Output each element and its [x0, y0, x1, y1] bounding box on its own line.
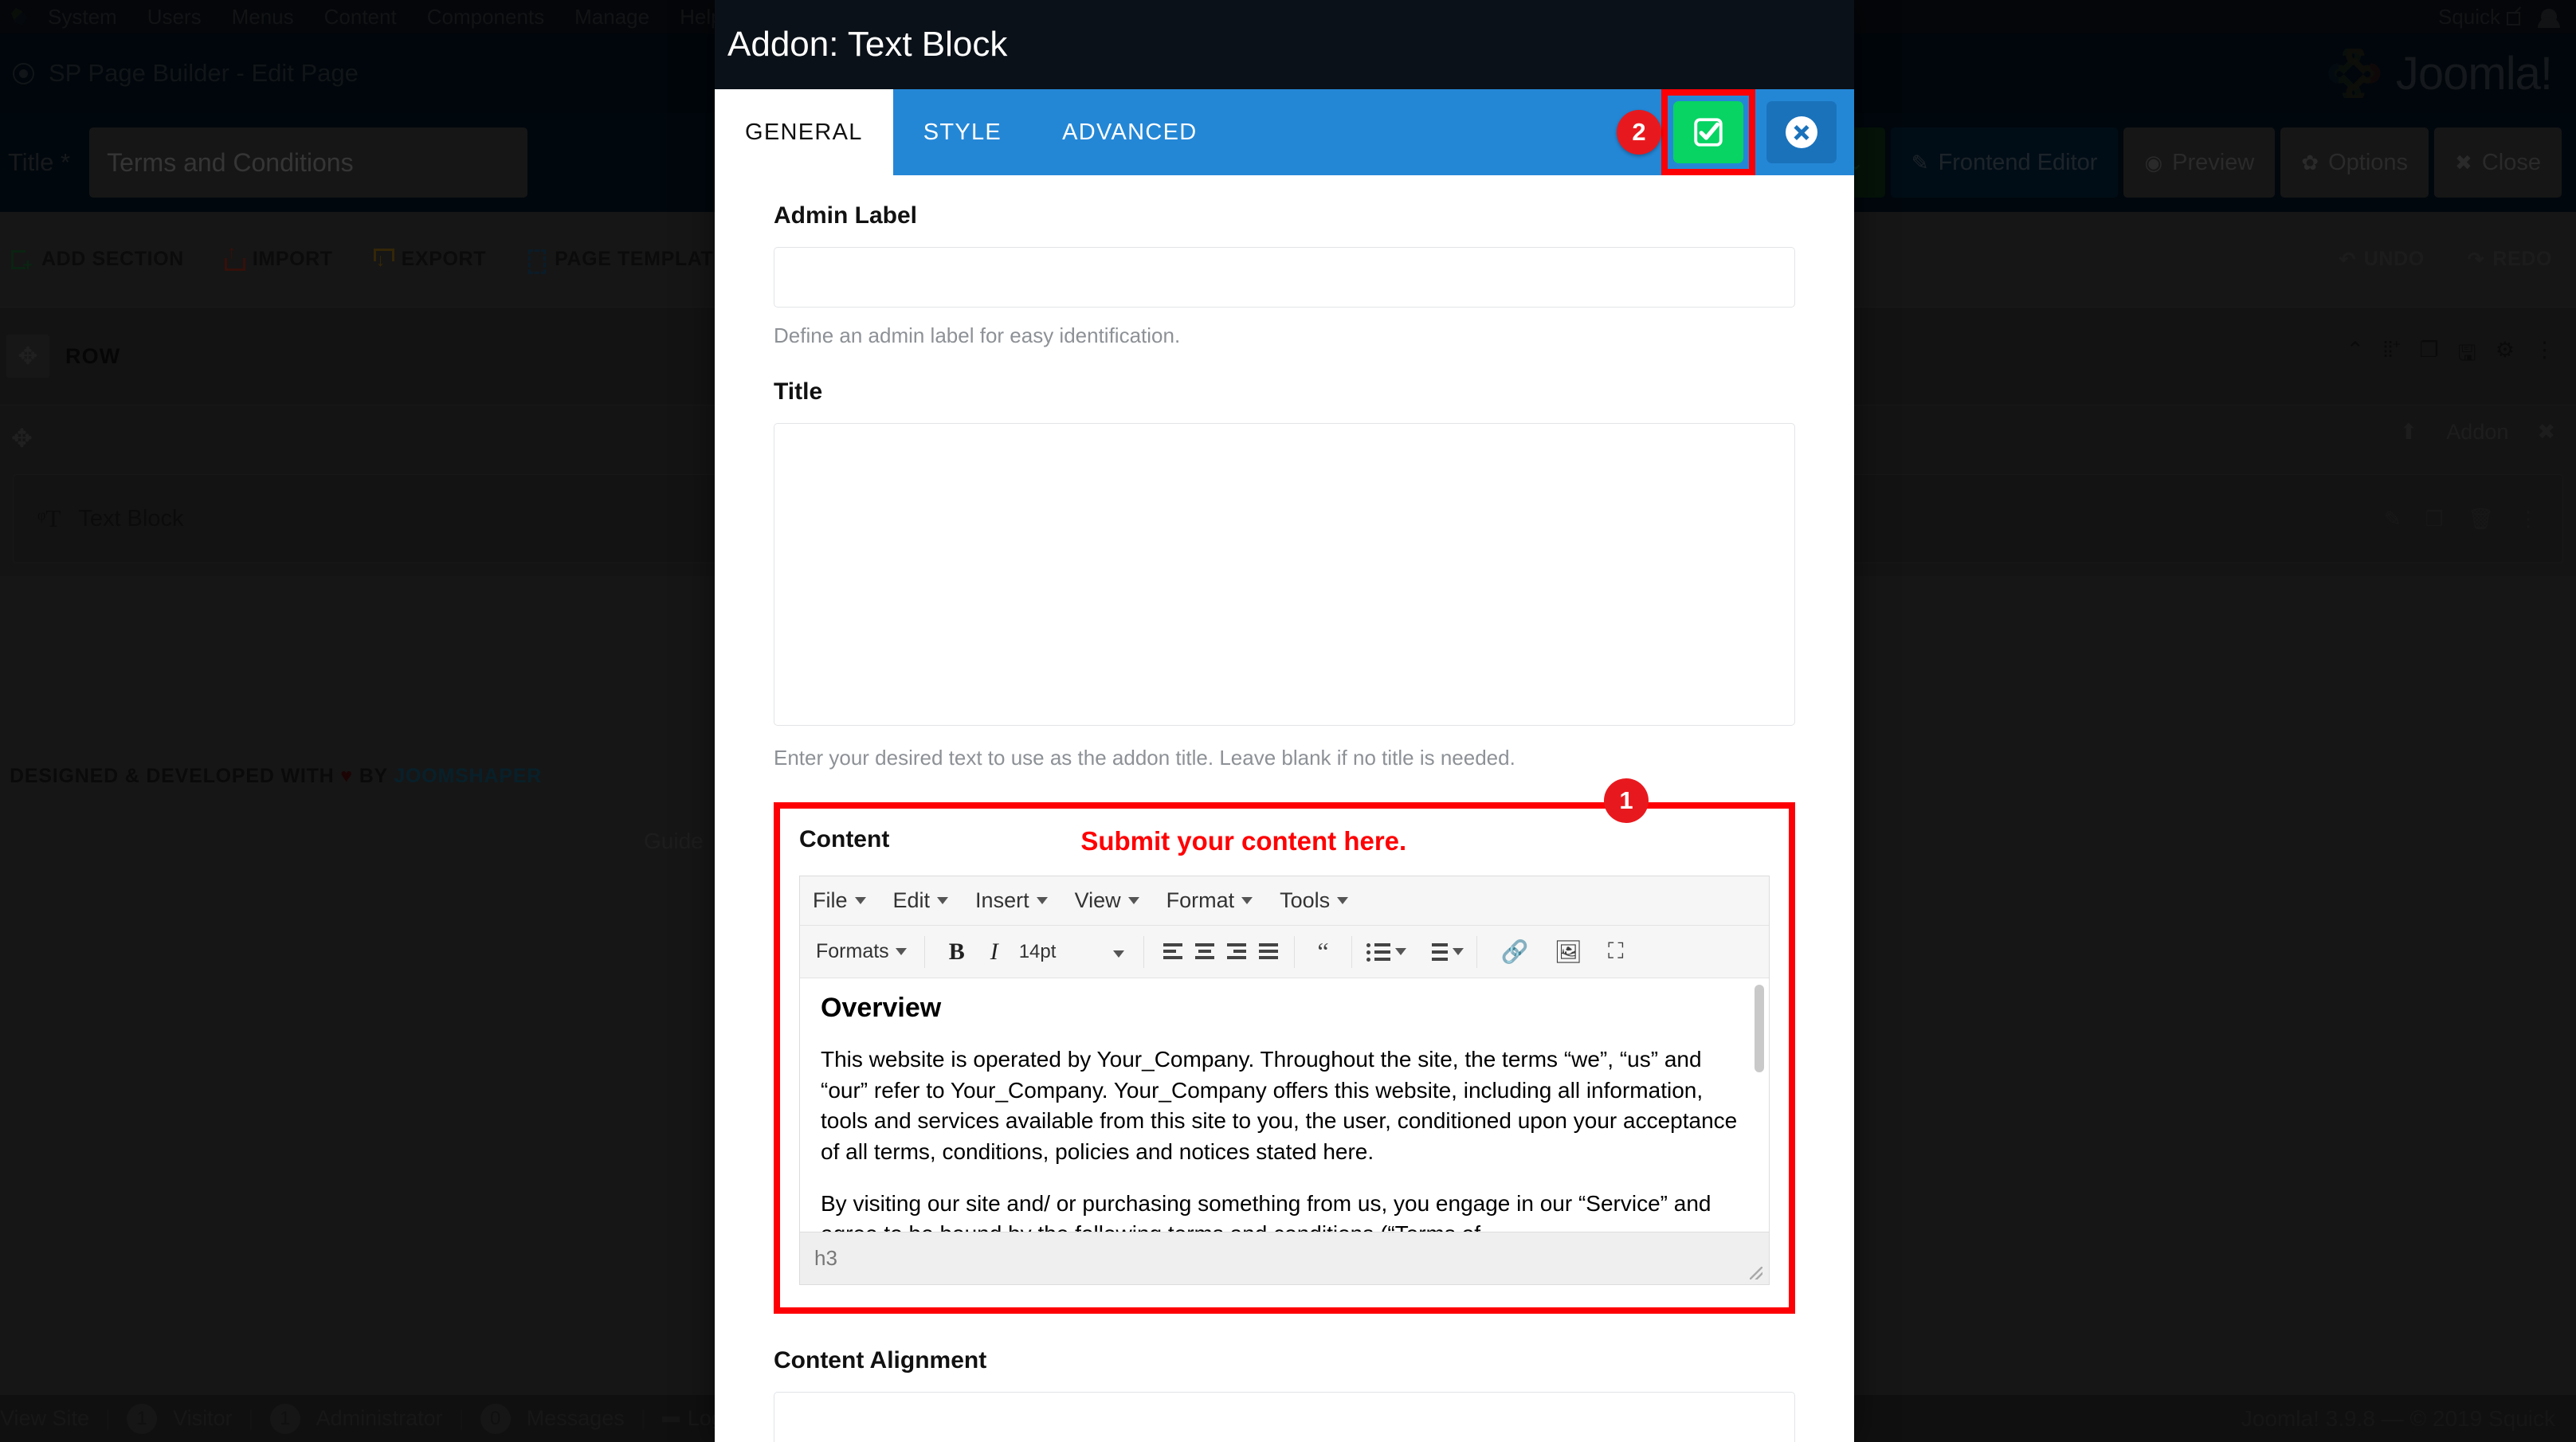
modal-title: Addon: Text Block	[727, 25, 1008, 64]
fullscreen-icon[interactable]: ⛶	[1597, 938, 1635, 965]
divider	[1351, 935, 1352, 968]
chevron-down-icon	[1127, 897, 1139, 904]
menu-view[interactable]: View	[1075, 888, 1139, 913]
step-badge-2: 2	[1617, 110, 1661, 155]
editor-scrollbar[interactable]	[1755, 985, 1764, 1072]
align-justify-icon[interactable]	[1253, 941, 1281, 963]
tab-general[interactable]: GENERAL	[715, 89, 893, 175]
divider	[1294, 935, 1296, 968]
menu-insert[interactable]: Insert	[975, 888, 1048, 913]
menu-file[interactable]: File	[813, 888, 866, 913]
content-annotation: Submit your content here.	[1080, 826, 1407, 856]
bold-button[interactable]: B	[938, 938, 976, 966]
menu-format[interactable]: Format	[1166, 888, 1253, 913]
resize-grip-icon[interactable]	[1750, 1267, 1762, 1279]
blockquote-icon[interactable]: “	[1308, 938, 1338, 964]
content-header: Content Submit your content here.	[799, 826, 1770, 856]
modal-actions: 2	[1617, 89, 1854, 175]
editor-heading: Overview	[821, 993, 942, 1023]
save-button-highlight	[1661, 89, 1755, 175]
link-icon[interactable]: 🔗	[1490, 938, 1540, 965]
fontsize-dropdown[interactable]: 14pt	[1013, 941, 1131, 963]
chevron-down-icon	[1337, 897, 1349, 904]
title-field-group: Title Enter your desired text to use as …	[774, 378, 1795, 770]
tab-style[interactable]: STYLE	[893, 89, 1032, 175]
divider	[1143, 935, 1145, 968]
formats-dropdown[interactable]: Formats	[811, 940, 912, 963]
menu-edit[interactable]: Edit	[893, 888, 949, 913]
menu-edit-label: Edit	[892, 888, 931, 912]
divider	[1476, 935, 1477, 968]
italic-button[interactable]: I	[979, 938, 1010, 966]
editor-paragraph-1: This website is operated by Your_Company…	[821, 1047, 1738, 1164]
chevron-down-icon[interactable]	[1452, 948, 1464, 955]
content-alignment-input[interactable]	[774, 1392, 1795, 1442]
step-badge-1: 1	[1604, 778, 1649, 823]
modal-body: Admin Label Define an admin label for ea…	[715, 175, 1854, 1442]
admin-label-input[interactable]	[774, 247, 1795, 308]
editor-content-area[interactable]: Overview This website is operated by You…	[800, 978, 1769, 1232]
addon-title-label: Title	[774, 378, 823, 405]
chevron-down-icon[interactable]	[1394, 948, 1406, 955]
content-alignment-field-group: Content Alignment	[774, 1347, 1795, 1442]
admin-label-label: Admin Label	[774, 202, 918, 229]
editor-statusbar: h3	[800, 1232, 1769, 1284]
editor-toolbar: Formats B I 14pt “ 🔗 🖼 ⛶	[800, 926, 1769, 978]
numbered-list-icon[interactable]	[1422, 941, 1449, 963]
image-icon[interactable]: 🖼	[1543, 938, 1594, 965]
menu-view-label: View	[1074, 888, 1121, 912]
editor-menubar: File Edit Insert View Format Tools	[800, 876, 1769, 926]
admin-label-field-group: Admin Label Define an admin label for ea…	[774, 202, 1795, 348]
align-center-icon[interactable]	[1189, 941, 1217, 963]
align-right-icon[interactable]	[1221, 941, 1249, 963]
addon-title-help: Enter your desired text to use as the ad…	[774, 746, 1515, 770]
editor-paragraph-2: By visiting our site and/ or purchasing …	[821, 1190, 1711, 1232]
menu-insert-label: Insert	[975, 888, 1029, 912]
menu-format-label: Format	[1166, 888, 1235, 912]
chevron-down-icon	[854, 897, 866, 904]
content-alignment-label: Content Alignment	[774, 1347, 987, 1373]
tinymce-editor: File Edit Insert View Format Tools Forma…	[799, 876, 1770, 1285]
addon-settings-modal: Addon: Text Block GENERAL STYLE ADVANCED…	[715, 0, 1854, 1442]
chevron-down-icon	[1036, 897, 1048, 904]
divider	[923, 935, 925, 968]
chevron-down-icon	[937, 897, 949, 904]
chevron-down-icon	[1241, 897, 1253, 904]
bullet-list-icon[interactable]	[1365, 941, 1392, 963]
chevron-down-icon	[895, 948, 907, 955]
menu-tools-label: Tools	[1280, 888, 1331, 912]
modal-titlebar: Addon: Text Block	[715, 0, 1854, 89]
modal-tabbar: GENERAL STYLE ADVANCED 2	[715, 89, 1854, 175]
content-label: Content	[799, 826, 890, 852]
fontsize-label: 14pt	[1018, 940, 1057, 962]
editor-element-path[interactable]: h3	[814, 1246, 837, 1271]
chevron-down-icon	[1113, 950, 1125, 958]
formats-label: Formats	[816, 940, 889, 962]
menu-file-label: File	[813, 888, 848, 912]
save-addon-button[interactable]	[1673, 101, 1743, 163]
admin-label-help: Define an admin label for easy identific…	[774, 323, 1181, 347]
check-square-icon	[1694, 118, 1723, 147]
addon-title-textarea[interactable]	[774, 423, 1795, 726]
content-field-highlight: 1 Content Submit your content here. File…	[774, 778, 1795, 1314]
menu-tools[interactable]: Tools	[1280, 888, 1349, 913]
tab-advanced[interactable]: ADVANCED	[1032, 89, 1227, 175]
close-modal-button[interactable]	[1766, 101, 1837, 163]
align-left-icon[interactable]	[1157, 941, 1186, 963]
close-circle-icon	[1786, 116, 1817, 148]
